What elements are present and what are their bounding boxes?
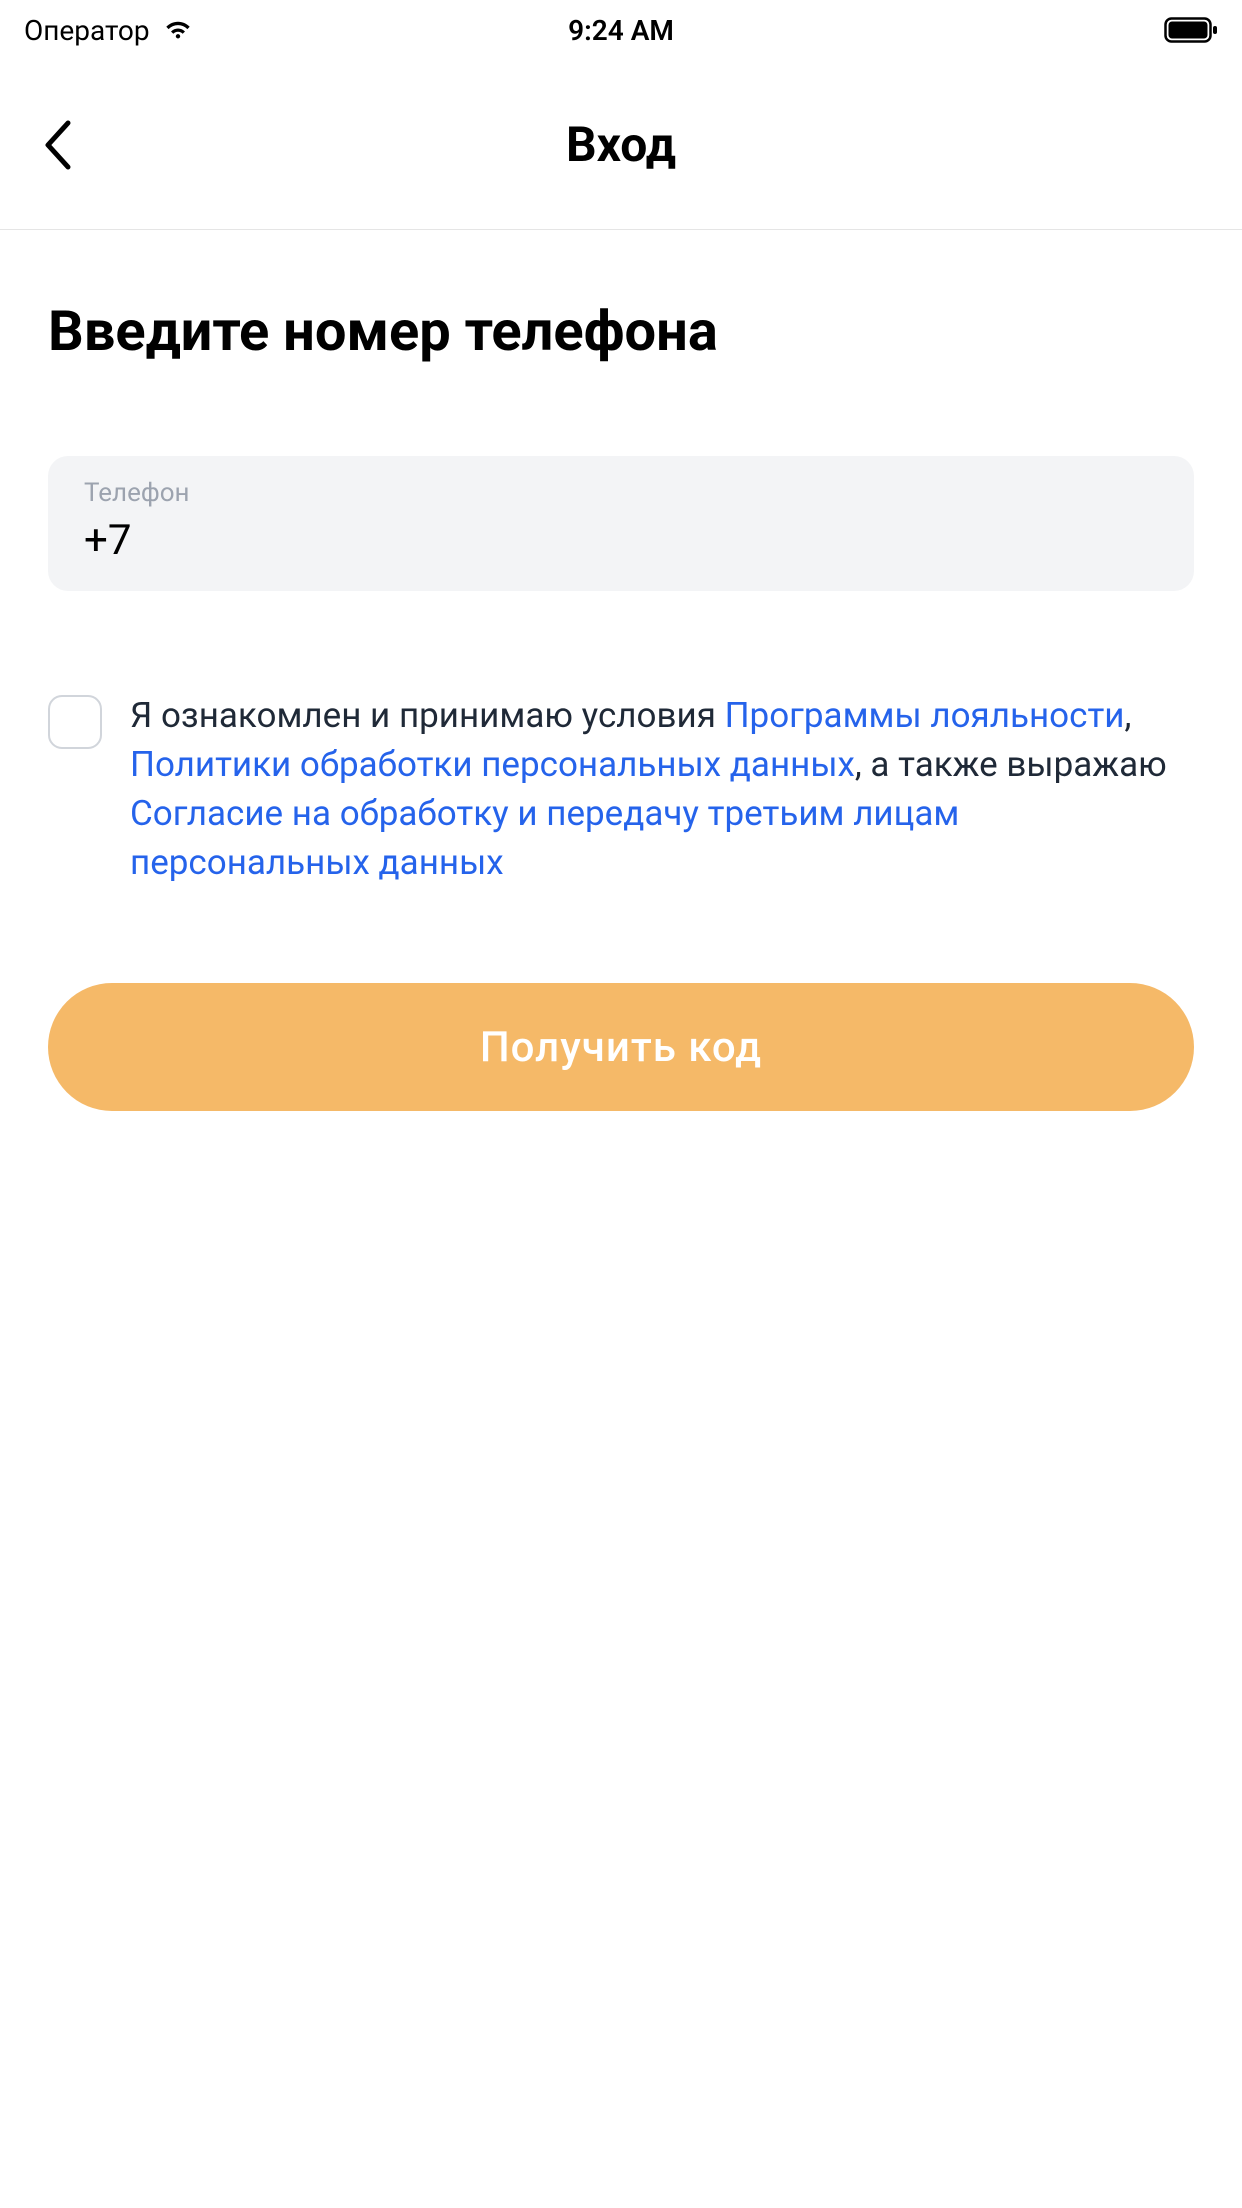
nav-bar: Вход <box>0 60 1242 230</box>
consent-sep1: , <box>1124 695 1131 736</box>
consent-checkbox[interactable] <box>48 695 102 749</box>
back-button[interactable] <box>34 121 82 169</box>
consent-sep2: , а также выражаю <box>855 744 1167 785</box>
content: Введите номер телефона Телефон Я ознаком… <box>0 230 1242 1111</box>
consent-prefix: Я ознакомлен и принимаю условия <box>130 695 725 736</box>
status-bar: Оператор 9:24 AM <box>0 0 1242 60</box>
chevron-left-icon <box>43 120 73 170</box>
phone-input[interactable] <box>84 516 1158 565</box>
battery-icon <box>1164 17 1218 43</box>
status-left: Оператор <box>24 14 194 47</box>
consent-row: Я ознакомлен и принимаю условия Программ… <box>48 691 1194 887</box>
data-consent-link[interactable]: Согласие на обработку и передачу третьим… <box>130 793 959 883</box>
privacy-policy-link[interactable]: Политики обработки персональных данных <box>130 744 855 785</box>
heading: Введите номер телефона <box>48 298 1194 364</box>
get-code-button[interactable]: Получить код <box>48 983 1194 1111</box>
carrier-label: Оператор <box>24 14 150 47</box>
phone-input-wrapper[interactable]: Телефон <box>48 456 1194 591</box>
wifi-icon <box>162 18 194 42</box>
status-time: 9:24 AM <box>568 14 674 47</box>
phone-label: Телефон <box>84 478 1158 508</box>
consent-text: Я ознакомлен и принимаю условия Программ… <box>130 691 1194 887</box>
loyalty-program-link[interactable]: Программы лояльности <box>725 695 1125 736</box>
page-title: Вход <box>0 116 1242 173</box>
status-right <box>1164 17 1218 43</box>
